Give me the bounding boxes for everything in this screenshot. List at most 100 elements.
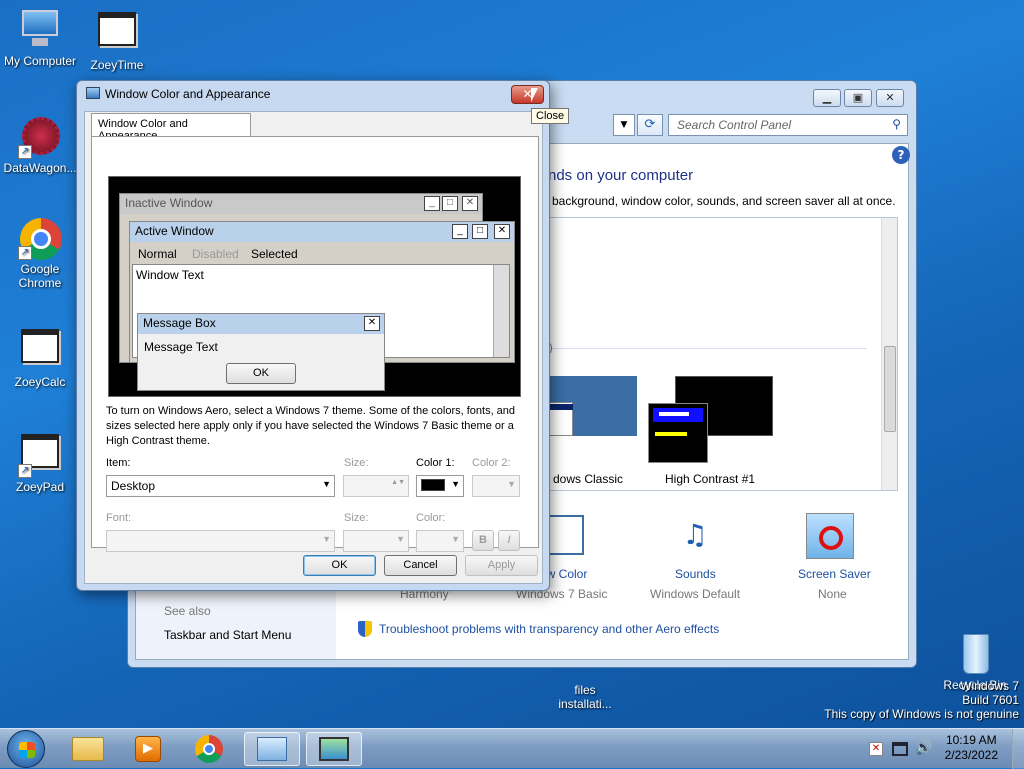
font-color-picker[interactable]: ▼ (416, 530, 464, 552)
close-button[interactable]: ✕ (876, 89, 904, 107)
app-window-icon (18, 329, 62, 373)
window-color-appearance-dialog[interactable]: Window Color and Appearance ✕ Window Col… (76, 80, 550, 591)
chevron-down-icon: ▼ (507, 479, 516, 489)
color2-picker[interactable]: ▼ (472, 475, 520, 497)
shield-icon (358, 621, 372, 637)
address-dropdown-button[interactable]: ▼ (613, 114, 635, 136)
ok-button[interactable]: OK (303, 555, 376, 576)
dialog-close-button[interactable]: ✕ (511, 85, 544, 104)
font-color-label: Color: (416, 512, 446, 524)
cancel-button[interactable]: Cancel (384, 555, 457, 576)
sounds-icon[interactable]: ♫ (670, 513, 720, 561)
scrollbar[interactable] (881, 218, 897, 490)
close-icon: ✕ (494, 224, 510, 239)
bold-button[interactable]: B (472, 530, 494, 551)
theme-gallery[interactable]: ) dows Classic High Contrast #1 (528, 217, 898, 491)
display-settings-icon (319, 737, 349, 761)
font-select[interactable]: ▼ (106, 530, 335, 552)
sounds-value: Windows Default (650, 587, 741, 601)
close-tooltip: Close (531, 108, 570, 124)
chevron-down-icon: ▼ (451, 534, 460, 544)
minimize-icon: _ (424, 196, 440, 211)
aero-info-text: To turn on Windows Aero, select a Window… (106, 405, 516, 447)
theme-thumbnail-high-contrast[interactable] (648, 376, 773, 463)
folder-icon (72, 737, 104, 761)
desktop-icon-files-installation[interactable]: files installati... (545, 665, 625, 711)
desktop-icon-label: My Computer (3, 54, 77, 68)
item-label: Item: (106, 457, 131, 469)
desktop-icon-zoeytime[interactable]: ZoeyTime (77, 8, 157, 72)
desktop-icon-label: Google Chrome (18, 262, 62, 290)
screen-saver-link[interactable]: Screen Saver (798, 567, 871, 581)
theme-label: High Contrast #1 (665, 472, 756, 486)
desktop-icon-zoeycalc[interactable]: ZoeyCalc (0, 325, 80, 389)
watermark-line: This copy of Windows is not genuine (824, 707, 1019, 721)
computer-icon (18, 8, 62, 52)
appearance-preview[interactable]: Inactive Window _ □ ✕ Active Window _ □ … (108, 176, 521, 397)
taskbar-chrome[interactable] (182, 732, 238, 766)
troubleshoot-link[interactable]: Troubleshoot problems with transparency … (379, 622, 719, 636)
refresh-icon[interactable]: ⟳ (637, 114, 663, 136)
taskbar-window-color[interactable] (306, 732, 362, 766)
desktop-icon-google-chrome[interactable]: ↗ Google Chrome (0, 216, 80, 290)
apply-button[interactable]: Apply (465, 555, 538, 576)
recycle-bin-icon (953, 632, 997, 676)
chevron-down-icon: ▼ (396, 534, 405, 544)
dialog-body: Window Color and Appearance Inactive Win… (84, 111, 543, 584)
page-heading: nds on your computer (548, 167, 694, 184)
datawagon-icon: ↗ (18, 115, 62, 159)
desktop-icon-my-computer[interactable]: My Computer (0, 8, 80, 68)
inactive-window-title: Inactive Window _ □ ✕ (120, 194, 482, 214)
taskbar-start-menu-link[interactable]: Taskbar and Start Menu (164, 628, 291, 642)
font-size-select[interactable]: ▼ (343, 530, 409, 552)
search-input[interactable]: Search Control Panel ⚲ (668, 114, 908, 136)
italic-button[interactable]: I (498, 530, 520, 551)
media-player-icon: ▶ (135, 736, 161, 762)
color1-label: Color 1: (416, 457, 455, 469)
desktop-icon-label: ZoeyCalc (14, 375, 66, 389)
app-window-icon: ↗ (18, 434, 62, 478)
size-spinner[interactable]: ▲▼ (343, 475, 409, 497)
sounds-link[interactable]: Sounds (675, 567, 716, 581)
taskbar-explorer[interactable] (62, 732, 118, 766)
item-select[interactable]: Desktop ▼ (106, 475, 335, 497)
tray-volume-icon[interactable]: 🔊 (915, 740, 932, 756)
minimize-button[interactable]: ▁ (813, 89, 841, 107)
tray-security-icon[interactable]: ✕ (869, 742, 883, 756)
shortcut-arrow-icon: ↗ (18, 464, 32, 478)
help-icon[interactable]: ? (892, 146, 910, 164)
chevron-down-icon: ▼ (451, 479, 460, 489)
dialog-app-icon (86, 87, 100, 99)
start-button[interactable] (7, 730, 45, 768)
active-window-title: Active Window _ □ ✕ (130, 222, 514, 242)
windows-logo-icon (19, 742, 35, 758)
size-label: Size: (344, 457, 369, 469)
show-desktop-button[interactable] (1012, 729, 1024, 769)
color1-picker[interactable]: ▼ (416, 475, 464, 497)
font-size-label: Size: (344, 512, 369, 524)
watermark-line: Windows 7 (960, 679, 1019, 693)
maximize-button[interactable]: ▣ (844, 89, 872, 107)
chrome-icon: ↗ (18, 216, 62, 260)
menu-disabled: Disabled (192, 247, 239, 261)
tab-window-color-appearance[interactable]: Window Color and Appearance (91, 113, 251, 142)
watermark-line: Build 7601 (962, 693, 1019, 707)
shortcut-arrow-icon: ↗ (18, 145, 32, 159)
tray-network-icon[interactable] (892, 742, 908, 756)
preview-scrollbar (493, 265, 509, 357)
build-watermark: Windows 7 Build 7601 This copy of Window… (824, 679, 1019, 721)
taskbar-control-panel[interactable] (244, 732, 300, 766)
screen-saver-icon[interactable] (806, 513, 854, 559)
message-box-ok-button: OK (226, 363, 296, 384)
taskbar-media-player[interactable]: ▶ (122, 732, 178, 766)
desktop-icon-zoeypad[interactable]: ↗ ZoeyPad (0, 430, 80, 494)
inactive-window-title-text: Inactive Window (125, 196, 213, 210)
spinner-icon: ▲▼ (391, 479, 405, 486)
theme-thumbnail-classic[interactable] (549, 376, 637, 436)
active-window-title-text: Active Window (135, 224, 214, 238)
system-clock[interactable]: 10:19 AM 2/23/2022 (945, 733, 998, 763)
desktop-icon-datawagon[interactable]: ↗ DataWagon... (0, 115, 80, 175)
color2-label: Color 2: (472, 457, 511, 469)
color-swatch (421, 479, 445, 491)
desktop-icon-label: ZoeyPad (15, 480, 65, 494)
